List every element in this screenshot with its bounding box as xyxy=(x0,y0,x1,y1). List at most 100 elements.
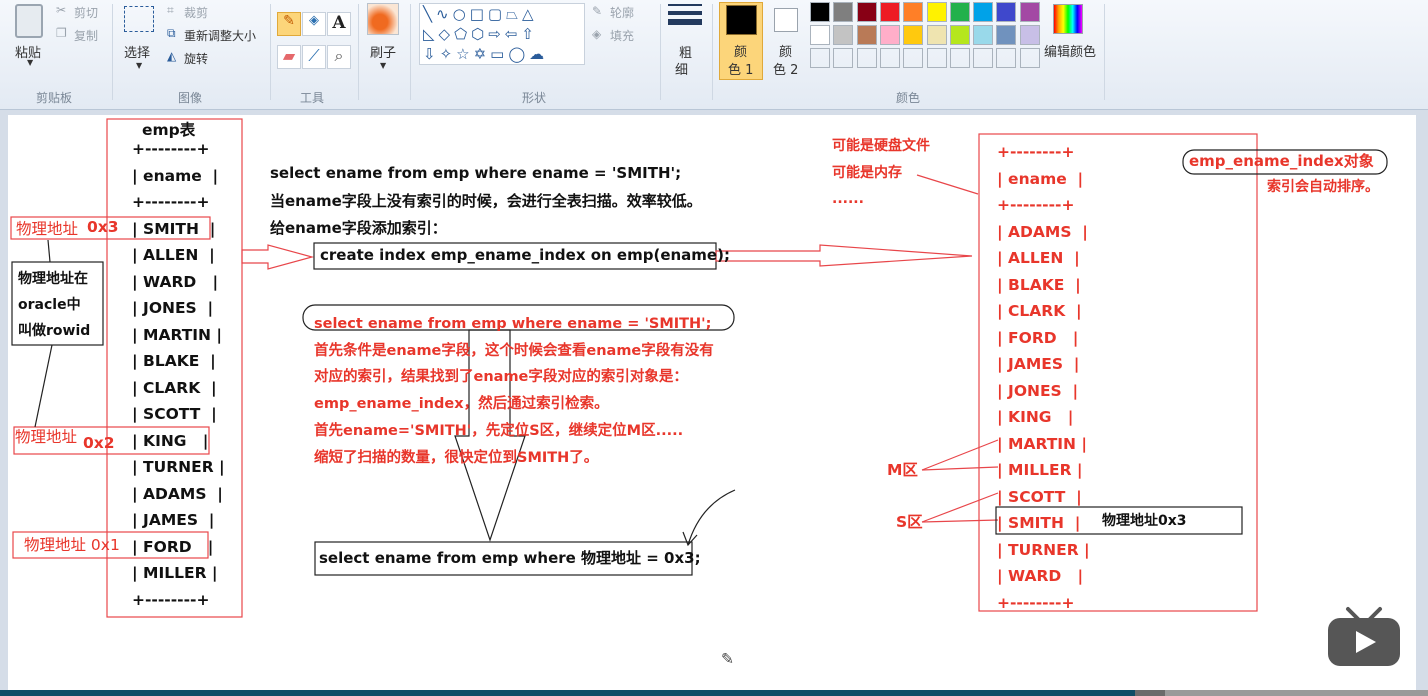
text-line: select ename from emp where ename = 'SMI… xyxy=(270,164,682,182)
eraser-tool[interactable]: ▰ xyxy=(277,45,301,69)
color-swatch[interactable] xyxy=(973,2,994,22)
resize-icon: ⧉ xyxy=(167,26,176,40)
emp-table-row: +--------+ xyxy=(132,140,210,158)
crop-button[interactable]: 裁剪 xyxy=(184,4,208,21)
color-swatch[interactable] xyxy=(1019,25,1040,45)
custom-color-slot[interactable] xyxy=(856,48,877,68)
divider xyxy=(270,4,271,100)
magnifier-tool[interactable]: ⌕ xyxy=(327,45,351,69)
paste-icon[interactable] xyxy=(15,4,43,38)
emp-table-row: +--------+ xyxy=(132,193,210,211)
color-swatch[interactable] xyxy=(926,2,947,22)
custom-color-slot[interactable] xyxy=(903,48,924,68)
color-swatch[interactable] xyxy=(856,2,877,22)
index-row: | ename | xyxy=(997,169,1084,188)
video-progress-bar[interactable] xyxy=(0,690,1428,696)
color-swatch[interactable] xyxy=(996,25,1017,45)
custom-color-slot[interactable] xyxy=(926,48,947,68)
color-swatch[interactable] xyxy=(879,2,900,22)
custom-color-slot[interactable] xyxy=(949,48,970,68)
create-index-statement: create index emp_ename_index on emp(enam… xyxy=(320,246,730,264)
video-play-icon[interactable] xyxy=(1326,605,1402,671)
index-sorted-note: 索引会自动排序。 xyxy=(1267,179,1379,195)
color-swatch[interactable] xyxy=(856,25,877,45)
color-swatch[interactable] xyxy=(949,2,970,22)
index-row: | ADAMS | xyxy=(997,222,1088,241)
addr-0x2-label: 物理地址 xyxy=(15,428,78,446)
right-note: 可能是硬盘文件 xyxy=(832,138,930,154)
index-row: | KING | xyxy=(997,408,1074,426)
fill-button[interactable]: 填充 xyxy=(610,27,634,44)
tools-group-label: 工具 xyxy=(300,91,325,105)
index-row: | SMITH | xyxy=(997,514,1081,532)
copy-button[interactable]: 复制 xyxy=(74,27,98,44)
explanation-line: 首先条件是ename字段，这个时候会查看ename字段有没有 xyxy=(314,342,714,359)
color-picker-tool[interactable]: ⟋ xyxy=(302,45,326,69)
color2-swatch[interactable] xyxy=(774,8,798,32)
color-swatch[interactable] xyxy=(879,25,900,45)
select-icon[interactable] xyxy=(124,6,154,32)
shapes-gallery[interactable]: ╲∿○□▢⏢△ ◺◇⬠⬡⇨⇦⇧ ⇩✧☆✡▭◯☁ xyxy=(419,3,585,65)
color1-label: 颜 xyxy=(734,45,748,60)
paste-dropdown-icon[interactable]: ▼ xyxy=(27,58,33,67)
line-size-icon[interactable] xyxy=(668,4,702,32)
m-zone-label: M区 xyxy=(887,461,918,479)
color-swatch[interactable] xyxy=(810,25,830,45)
text-line: 给ename字段添加索引： xyxy=(270,219,447,237)
fill-icon: ◈ xyxy=(592,27,602,41)
color-swatch[interactable] xyxy=(833,2,854,22)
size-label[interactable]: 细 xyxy=(675,59,688,78)
color-swatch[interactable] xyxy=(903,2,924,22)
custom-color-slot[interactable] xyxy=(973,48,994,68)
color1-label: 色 1 xyxy=(728,63,754,78)
color-swatch[interactable] xyxy=(973,25,994,45)
brush-icon[interactable] xyxy=(367,3,399,35)
brush-button[interactable]: 刷子 xyxy=(370,42,396,61)
emp-table-row: | JONES | xyxy=(132,299,214,317)
rowid-note-line: oracle中 xyxy=(18,297,81,313)
custom-color-slot[interactable] xyxy=(1019,48,1040,68)
select-button[interactable]: 选择 xyxy=(124,42,150,61)
edit-colors-button[interactable]: 编辑颜色 xyxy=(1044,41,1096,60)
color2-label: 色 2 xyxy=(773,63,799,78)
emp-table-row: | MARTIN | xyxy=(132,325,223,344)
pencil-cursor-icon: ✎ xyxy=(721,650,734,668)
custom-color-slot[interactable] xyxy=(833,48,854,68)
emp-table-row: | JAMES | xyxy=(132,511,215,529)
right-note: ...... xyxy=(832,191,864,207)
color-swatch[interactable] xyxy=(1019,2,1040,22)
color-swatch[interactable] xyxy=(949,25,970,45)
drawing-canvas[interactable]: +--------+ | ename | +--------+ | SMITH | | … xyxy=(8,115,1416,690)
select-dropdown-icon[interactable]: ▼ xyxy=(136,61,142,70)
custom-color-slot[interactable] xyxy=(810,48,830,68)
fill-tool[interactable]: ◈ xyxy=(302,12,326,36)
explanation-line: 缩短了扫描的数量，很快定位到SMITH了。 xyxy=(314,449,599,466)
cut-button[interactable]: 剪切 xyxy=(74,4,98,21)
custom-color-slot[interactable] xyxy=(996,48,1017,68)
brush-dropdown-icon[interactable]: ▼ xyxy=(380,61,386,70)
custom-color-slot[interactable] xyxy=(879,48,900,68)
cut-icon: ✂ xyxy=(56,3,67,17)
addr-0x2-value: 0x2 xyxy=(83,434,115,452)
outline-button[interactable]: 轮廓 xyxy=(610,4,634,21)
emp-table-title: emp表 xyxy=(142,121,196,139)
color-swatch[interactable] xyxy=(903,25,924,45)
divider xyxy=(660,4,661,100)
color-swatch[interactable] xyxy=(996,2,1017,22)
text-tool[interactable]: A xyxy=(327,12,351,36)
rotate-button[interactable]: 旋转 xyxy=(184,50,208,67)
resize-button[interactable]: 重新调整大小 xyxy=(184,27,256,44)
index-row: | CLARK | xyxy=(997,302,1082,320)
edit-colors-icon[interactable] xyxy=(1053,4,1083,34)
arrow-right xyxy=(715,244,973,267)
color-swatch[interactable] xyxy=(926,25,947,45)
index-row: | FORD | xyxy=(997,328,1079,347)
divider xyxy=(410,4,411,100)
color-swatch[interactable] xyxy=(833,25,854,45)
copy-icon: ❐ xyxy=(56,26,67,40)
pencil-tool[interactable]: ✎ xyxy=(277,12,301,36)
right-note: 可能是内存 xyxy=(832,165,902,181)
color-swatch[interactable] xyxy=(810,2,830,22)
emp-table-row: +--------+ xyxy=(132,590,210,609)
index-row: | JONES | xyxy=(997,381,1079,400)
